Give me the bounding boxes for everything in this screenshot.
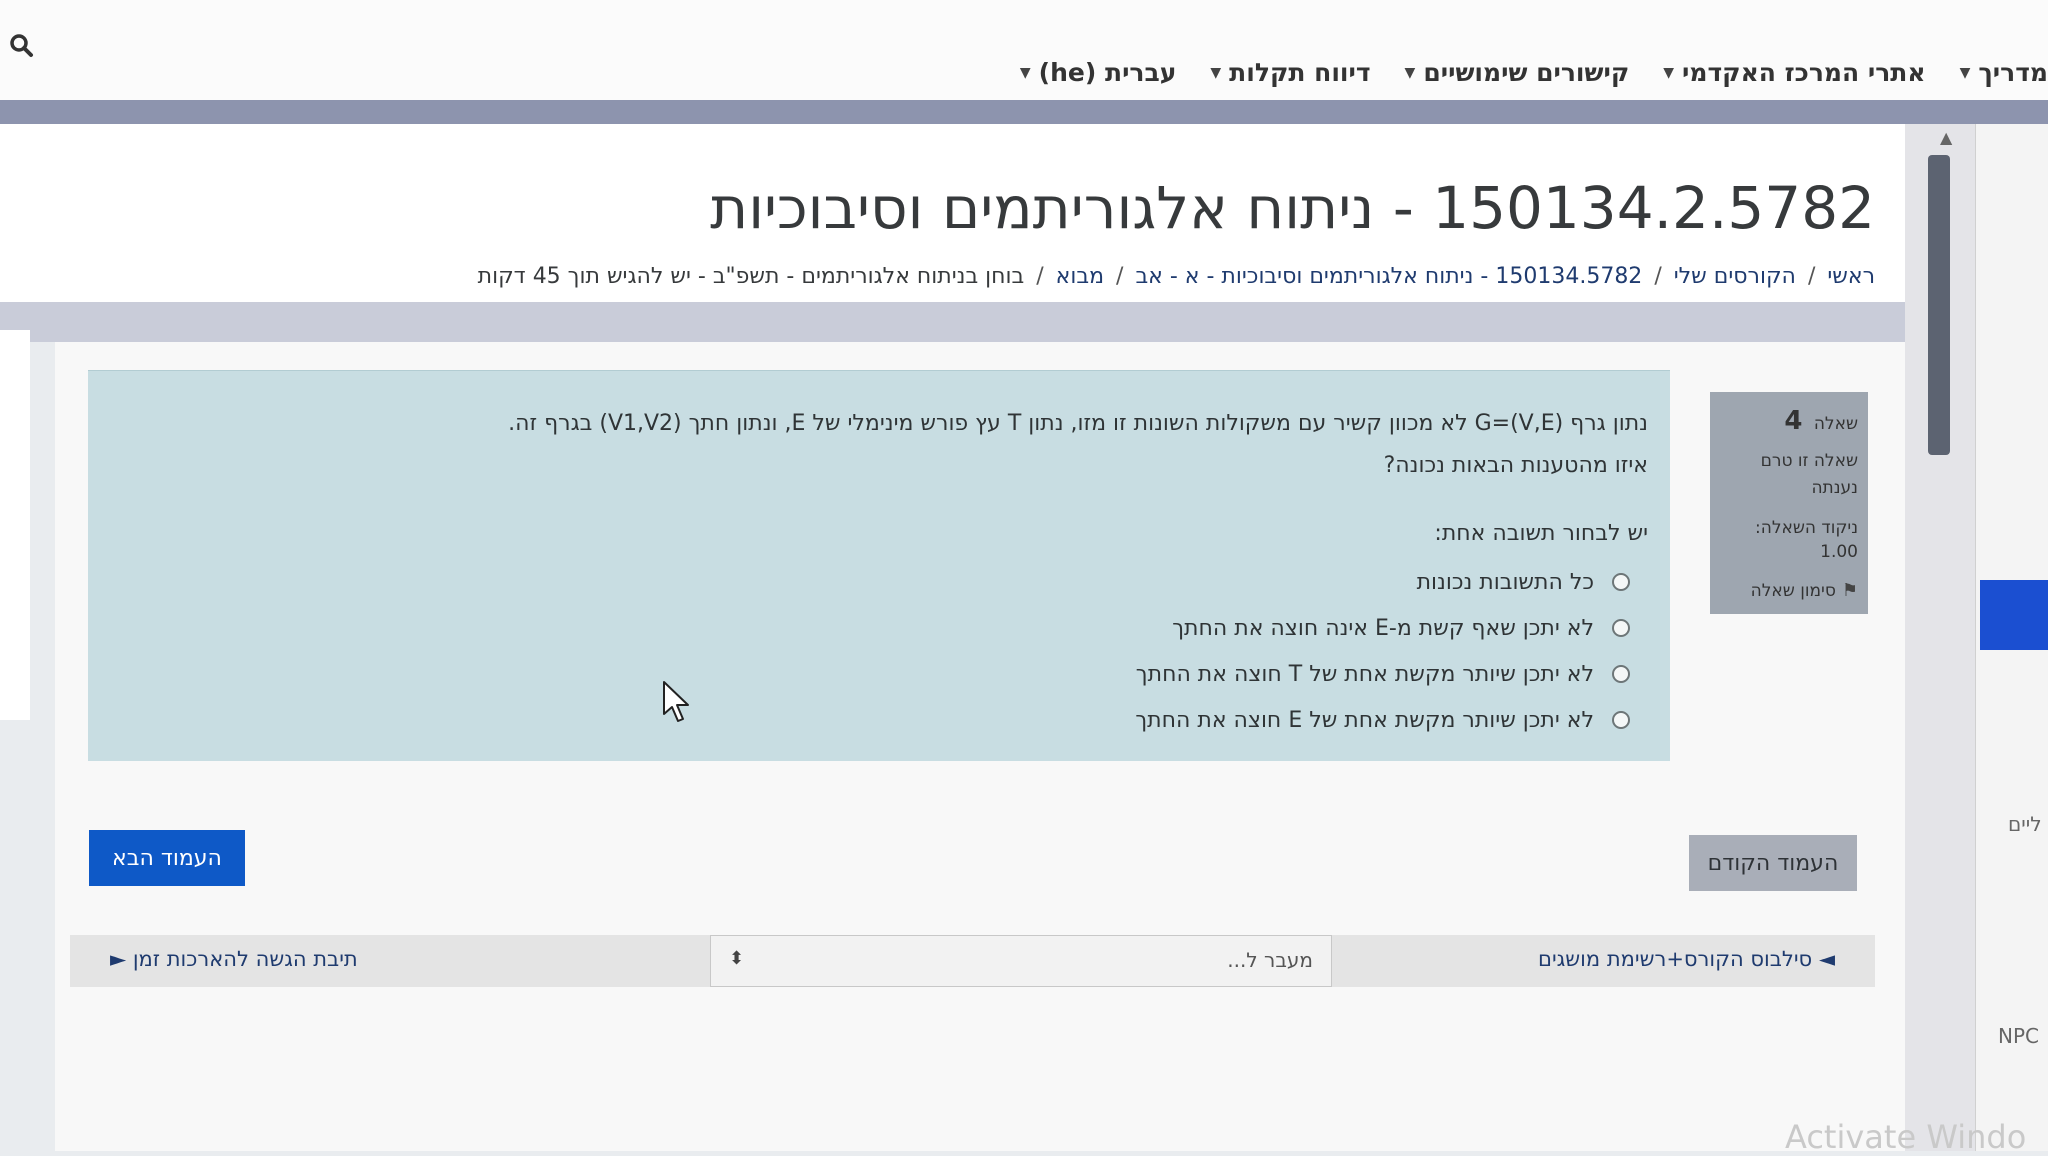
answer-option[interactable]: לא יתכן שיותר מקשת אחת של E חוצה את החתך (1135, 697, 1630, 743)
answer-list: כל התשובות נכונות לא יתכן שאף קשת מ-E אי… (1135, 559, 1630, 743)
navbar-band (0, 100, 2048, 124)
question-status: שאלה זו טרם נענתה (1720, 448, 1858, 502)
side-panel-active-item[interactable] (1980, 580, 2048, 650)
nav-item-useful-links[interactable]: קישורים שימושיים ▼ (1405, 58, 1630, 87)
nav-item-label: מדריך (1978, 58, 2048, 87)
question-points-value: 1.00 (1820, 542, 1858, 562)
nav-item-academic-sites[interactable]: אתרי המרכז האקדמי ▼ (1663, 58, 1925, 87)
breadcrumb-item-course[interactable]: 150134.5782 - ניתוח אלגוריתמים וסיבוכיות… (1135, 264, 1642, 289)
flag-icon: ⚑ (1841, 580, 1858, 601)
header-band (0, 302, 1905, 342)
breadcrumb-separator: / (1036, 264, 1044, 289)
question-status-line: שאלה זו טרם (1760, 451, 1858, 471)
caret-down-icon: ▼ (1019, 64, 1031, 81)
question-body: נתון גרף G=(V,E) לא מכוון קשיר עם משקולו… (88, 370, 1670, 761)
nav-menu: מדריך ▼ אתרי המרכז האקדמי ▼ קישורים שימו… (1020, 58, 2048, 87)
nav-item-guide[interactable]: מדריך ▼ (1960, 58, 2048, 87)
breadcrumb-separator: / (1654, 264, 1662, 289)
scrollbar-thumb[interactable] (1928, 155, 1950, 455)
question-points-label: ניקוד השאלה: (1755, 518, 1858, 538)
side-panel-text: NPC (1998, 1024, 2039, 1048)
answer-radio[interactable] (1612, 711, 1630, 729)
answer-radio[interactable] (1612, 619, 1630, 637)
jump-to-label: מעבר ל... (1227, 948, 1313, 972)
question-number: 4 (1784, 406, 1803, 436)
side-panel-text: ליים (2008, 812, 2042, 836)
caret-down-icon: ▼ (1959, 64, 1971, 81)
flag-question-label: סימון שאלה (1750, 580, 1836, 601)
search-icon[interactable] (6, 30, 36, 60)
nav-item-label: דיווח תקלות (1229, 58, 1371, 87)
question-number-line: שאלה 4 (1720, 406, 1858, 436)
question-number-label: שאלה (1813, 414, 1858, 434)
question-instruction: יש לבחור תשובה אחת: (1434, 521, 1648, 546)
flag-question-link[interactable]: ⚑ סימון שאלה (1720, 580, 1858, 601)
question-status-line: נענתה (1811, 478, 1858, 498)
question-info-box: שאלה 4 שאלה זו טרם נענתה ניקוד השאלה: 1.… (1710, 392, 1868, 614)
breadcrumb: ראשי / הקורסים שלי / 150134.5782 - ניתוח… (478, 264, 1875, 289)
nav-item-report-issue[interactable]: דיווח תקלות ▼ (1210, 58, 1370, 87)
activate-windows-watermark: Activate Windo (1785, 1118, 2027, 1156)
mouse-cursor-icon (663, 681, 689, 722)
caret-down-icon: ▼ (1663, 64, 1675, 81)
answer-label[interactable]: לא יתכן שאף קשת מ-E אינה חוצה את החתך (1172, 616, 1594, 641)
left-edge-panel (0, 330, 30, 720)
jump-to-select[interactable]: ⬍ מעבר ל... (710, 935, 1332, 987)
answer-radio[interactable] (1612, 665, 1630, 683)
previous-page-button[interactable]: העמוד הקודם (1689, 835, 1857, 891)
top-navbar: מדריך ▼ אתרי המרכז האקדמי ▼ קישורים שימו… (0, 0, 2048, 101)
previous-activity-link[interactable]: ◄ סילבוס הקורס+רשימת מושגים (1538, 947, 1835, 971)
breadcrumb-separator: / (1807, 264, 1816, 289)
breadcrumb-item-my-courses[interactable]: הקורסים שלי (1674, 264, 1796, 289)
answer-option[interactable]: כל התשובות נכונות (1135, 559, 1630, 605)
question-prompt: איזו מהטענות הבאות נכונה? (1383, 453, 1648, 478)
caret-down-icon: ▼ (1404, 64, 1416, 81)
question-points: ניקוד השאלה: 1.00 (1720, 516, 1858, 564)
breadcrumb-item-home[interactable]: ראשי (1827, 264, 1875, 289)
nav-item-label: קישורים שימושיים (1423, 58, 1630, 87)
next-activity-link[interactable]: תיבת הגשה להארכות זמן ► (110, 947, 358, 971)
nav-item-language[interactable]: עברית (he) ▼ (1020, 58, 1177, 87)
answer-label[interactable]: לא יתכן שיותר מקשת אחת של T חוצה את החתך (1136, 662, 1594, 687)
answer-label[interactable]: כל התשובות נכונות (1417, 570, 1594, 595)
breadcrumb-item-section[interactable]: מבוא (1056, 264, 1104, 289)
nav-item-label: עברית (he) (1038, 58, 1177, 87)
scroll-up-icon[interactable]: ▲ (1940, 128, 1952, 147)
question-text: נתון גרף G=(V,E) לא מכוון קשיר עם משקולו… (508, 411, 1648, 436)
answer-radio[interactable] (1612, 573, 1630, 591)
answer-option[interactable]: לא יתכן שאף קשת מ-E אינה חוצה את החתך (1135, 605, 1630, 651)
breadcrumb-item-quiz[interactable]: בוחן בניתוח אלגוריתמים - תשפ"ב - יש להגי… (478, 264, 1025, 289)
page-header: 150134.2.5782 - ניתוח אלגוריתמים וסיבוכי… (0, 124, 1905, 302)
nav-item-label: אתרי המרכז האקדמי (1682, 58, 1926, 87)
next-page-button[interactable]: העמוד הבא (89, 830, 245, 886)
select-arrows-icon: ⬍ (729, 948, 745, 969)
answer-option[interactable]: לא יתכן שיותר מקשת אחת של T חוצה את החתך (1135, 651, 1630, 697)
answer-label[interactable]: לא יתכן שיותר מקשת אחת של E חוצה את החתך (1135, 708, 1594, 733)
activity-navigation: תיבת הגשה להארכות זמן ► ⬍ מעבר ל... ◄ סי… (70, 935, 1875, 987)
page-title: 150134.2.5782 - ניתוח אלגוריתמים וסיבוכי… (710, 174, 1875, 242)
caret-down-icon: ▼ (1210, 64, 1222, 81)
breadcrumb-separator: / (1116, 264, 1124, 289)
